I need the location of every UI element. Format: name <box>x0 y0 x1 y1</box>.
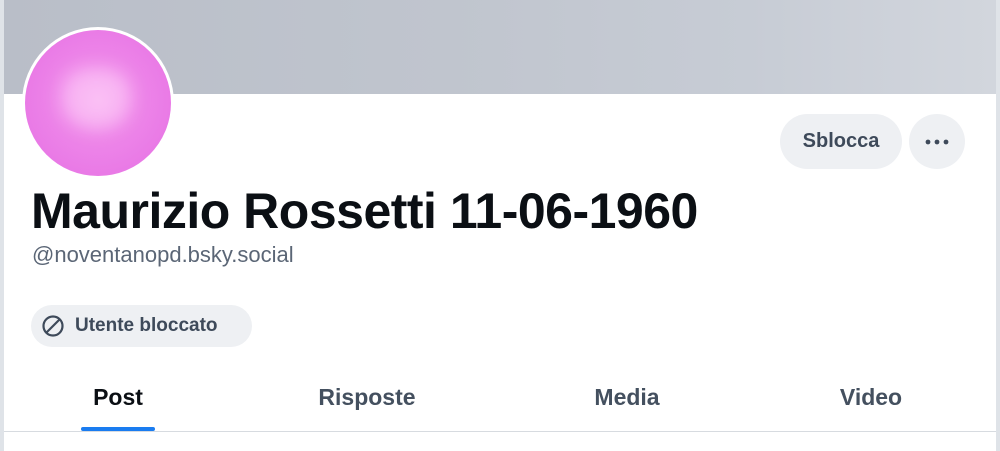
profile-page: Sblocca Maurizio Rossetti 11-06-1960 @no… <box>0 0 1000 451</box>
avatar-blurred-figure <box>61 68 131 128</box>
tab-media[interactable]: Media <box>570 362 684 432</box>
tab-video[interactable]: Video <box>816 362 926 432</box>
unblock-button[interactable]: Sblocca <box>780 114 902 169</box>
blocked-user-badge: Utente bloccato <box>31 305 252 347</box>
profile-tabs: Post Risposte Media Video <box>4 362 996 432</box>
display-name: Maurizio Rossetti 11-06-1960 <box>31 183 698 239</box>
tab-post[interactable]: Post <box>64 362 172 432</box>
frame-border-right <box>996 0 1000 451</box>
tabs-divider <box>4 431 996 432</box>
blocked-user-label: Utente bloccato <box>75 315 218 336</box>
avatar-image <box>25 30 171 176</box>
blocked-icon <box>42 315 64 337</box>
tab-risposte[interactable]: Risposte <box>296 362 438 432</box>
more-options-button[interactable] <box>909 114 965 169</box>
profile-handle: @noventanopd.bsky.social <box>32 242 294 267</box>
ellipsis-icon <box>925 139 949 144</box>
avatar[interactable] <box>22 27 174 179</box>
